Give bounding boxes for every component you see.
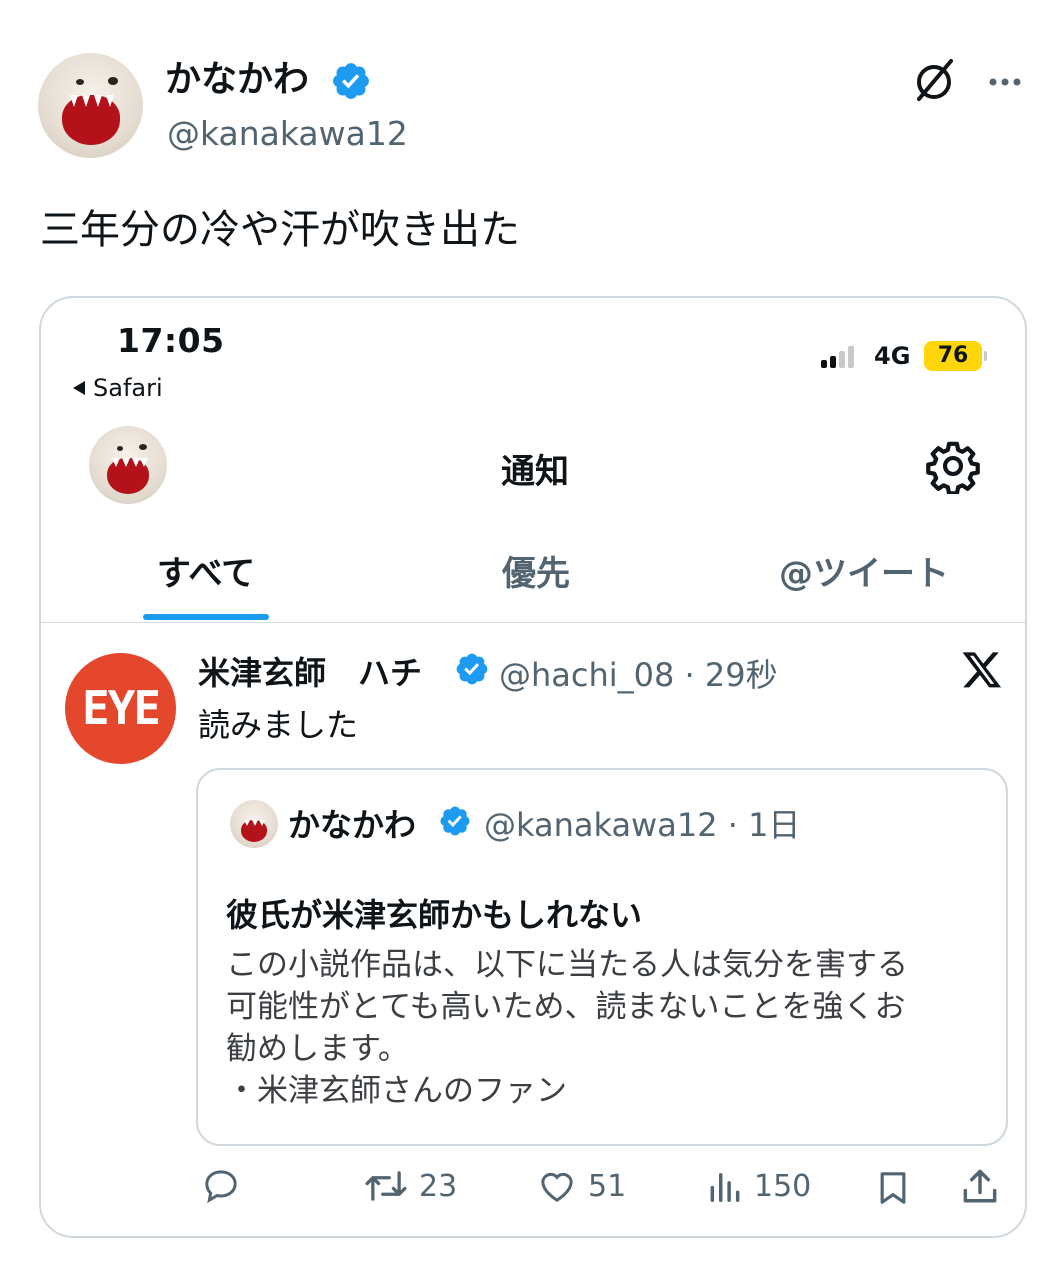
notification-text: 読みました bbox=[198, 706, 359, 744]
quoted-body-line: 勧めします。 bbox=[226, 1031, 409, 1067]
back-to-safari: Safari bbox=[73, 374, 163, 402]
back-arrow-icon bbox=[73, 381, 85, 395]
quoted-body-line: 可能性がとても高いため、読まないことを強くお bbox=[226, 989, 906, 1025]
author-handle[interactable]: @kanakawa12 bbox=[167, 114, 408, 154]
verified-badge-icon bbox=[440, 806, 470, 836]
views-action: 150 bbox=[706, 1166, 811, 1206]
media-screenshot[interactable]: 17:05 Safari 4G 76 通知 すべて 優先 @ツイート EYE 米… bbox=[39, 296, 1027, 1238]
signal-icon bbox=[821, 346, 854, 368]
author-name[interactable]: かなかわ bbox=[165, 58, 309, 102]
x-logo-icon bbox=[962, 652, 1002, 688]
network-type: 4G bbox=[874, 342, 911, 370]
grok-icon[interactable] bbox=[909, 55, 959, 105]
notification-avatar: EYE bbox=[65, 653, 176, 764]
quoted-title: 彼氏が米津玄師かもしれない bbox=[226, 896, 643, 934]
tabs-divider bbox=[41, 622, 1025, 623]
quoted-body-line: この小説作品は、以下に当たる人は気分を害する bbox=[226, 947, 908, 983]
quoted-author-avatar bbox=[230, 800, 278, 848]
battery-nub bbox=[984, 351, 987, 361]
quoted-author-name: かなかわ bbox=[288, 806, 417, 844]
retweet-count: 23 bbox=[419, 1168, 458, 1204]
retweet-action: 23 bbox=[363, 1166, 457, 1206]
bookmark-icon bbox=[880, 1172, 906, 1204]
active-tab-indicator bbox=[143, 614, 269, 620]
tab-all: すべて bbox=[156, 554, 256, 594]
notifications-title: 通知 bbox=[501, 452, 569, 492]
status-time: 17:05 bbox=[117, 321, 225, 360]
verified-badge-icon bbox=[456, 653, 488, 685]
tweet-text: 三年分の冷や汗が吹き出た bbox=[40, 207, 520, 253]
notification-handle-time: @hachi_08 · 29秒 bbox=[499, 656, 778, 694]
quoted-handle-time: @kanakawa12 · 1日 bbox=[484, 806, 801, 844]
quoted-tweet-card: かなかわ @kanakawa12 · 1日 彼氏が米津玄師かもしれない この小説… bbox=[196, 768, 1008, 1146]
like-icon bbox=[541, 1172, 573, 1202]
tab-mentions: @ツイート bbox=[779, 554, 949, 594]
reply-icon bbox=[205, 1170, 237, 1204]
battery-level: 76 bbox=[924, 341, 982, 371]
tab-priority: 優先 bbox=[502, 554, 570, 594]
reply-action bbox=[201, 1166, 241, 1206]
like-action: 51 bbox=[536, 1166, 626, 1206]
like-count: 51 bbox=[588, 1168, 627, 1204]
quoted-body-line: ・米津玄師さんのファン bbox=[226, 1073, 567, 1109]
share-icon bbox=[963, 1169, 997, 1203]
author-avatar[interactable] bbox=[38, 53, 143, 158]
views-count: 150 bbox=[754, 1168, 812, 1204]
notification-author-name: 米津玄師 ハチ bbox=[198, 654, 423, 692]
verified-badge-icon bbox=[333, 63, 369, 99]
more-icon[interactable] bbox=[985, 62, 1025, 102]
retweet-icon bbox=[365, 1171, 407, 1201]
views-icon bbox=[710, 1173, 740, 1202]
back-label: Safari bbox=[93, 374, 163, 402]
gear-icon bbox=[926, 441, 980, 494]
quoted-body: この小説作品は、以下に当たる人は気分を害する 可能性がとても高いため、読まないこ… bbox=[226, 944, 908, 1112]
